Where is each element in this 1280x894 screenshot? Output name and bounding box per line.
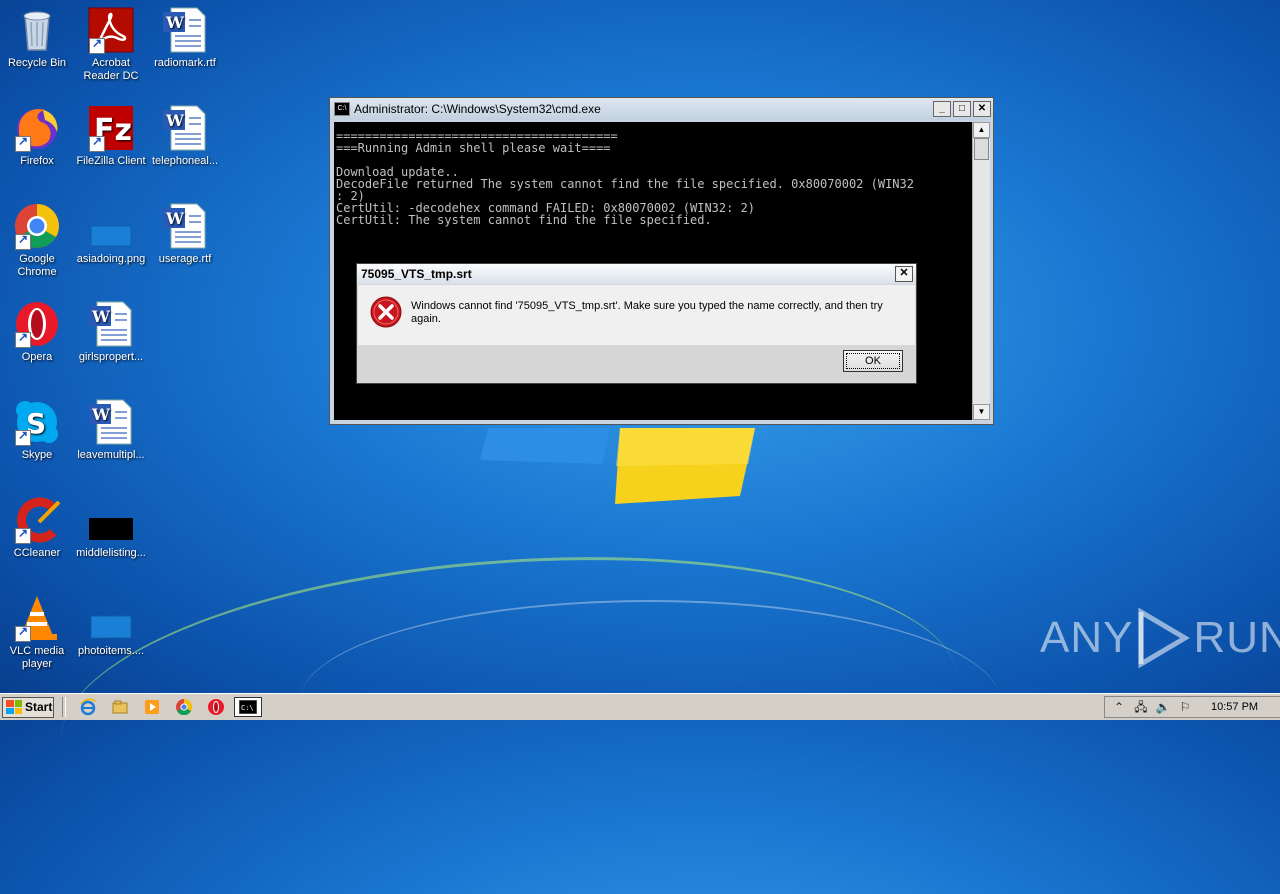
scroll-down-arrow-icon[interactable]: ▼ (973, 404, 990, 420)
desktop-icon-skype[interactable]: S Skype (0, 398, 74, 462)
error-dialog[interactable]: 75095_VTS_tmp.srt ✕ Windows cannot find … (356, 263, 917, 384)
desktop-icon-label: radiomark.rtf (154, 57, 216, 69)
dialog-title-bar[interactable]: 75095_VTS_tmp.srt ✕ (357, 264, 916, 284)
svg-text:W: W (91, 405, 111, 424)
desktop-icon-label: telephoneal... (151, 155, 219, 167)
desktop-icon-label: asiadoing.png (76, 253, 146, 265)
dialog-close-button[interactable]: ✕ (895, 266, 913, 282)
desktop-icon-recycle-bin[interactable]: Recycle Bin (0, 6, 74, 70)
quicklaunch-media-player[interactable] (141, 696, 163, 718)
play-icon (1138, 608, 1191, 668)
opera-icon (208, 699, 224, 715)
start-button[interactable]: Start (2, 696, 54, 718)
desktop-icon-telephoneal[interactable]: W telephoneal... (148, 104, 222, 168)
word-doc-icon: W (89, 301, 132, 347)
quicklaunch-explorer[interactable] (109, 696, 131, 718)
image-file-icon (89, 518, 133, 540)
recycle-bin-icon (23, 11, 51, 51)
taskbar-separator (62, 697, 66, 717)
desktop-icon-label: CCleaner (13, 547, 61, 559)
taskbar-cmd-button[interactable]: C:\ (234, 697, 262, 717)
action-center-flag-icon[interactable]: ⚐ (1177, 699, 1193, 715)
svg-text:W: W (91, 307, 111, 326)
word-doc-icon: W (163, 105, 206, 151)
minimize-button[interactable]: _ (933, 101, 951, 117)
desktop-icon-userage[interactable]: W userage.rtf (148, 202, 222, 266)
cmd-scrollbar[interactable]: ▲ ▼ (972, 122, 990, 420)
desktop-icon-label: girlspropert... (78, 351, 144, 363)
desktop-icon-label: Recycle Bin (7, 57, 67, 69)
start-label: Start (25, 700, 53, 714)
image-file-icon (90, 225, 132, 247)
desktop-icon-label: Google Chrome (17, 253, 57, 278)
dialog-message: Windows cannot find '75095_VTS_tmp.srt'.… (411, 300, 883, 325)
word-doc-icon: W (89, 399, 132, 445)
word-doc-icon: W (163, 7, 206, 53)
desktop-icon-middlelisting[interactable]: middlelisting... (74, 496, 148, 560)
desktop-icon-vlc[interactable]: VLC media player (0, 594, 74, 671)
cmd-title-bar[interactable]: C:\ Administrator: C:\Windows\System32\c… (330, 98, 993, 120)
error-icon (370, 296, 402, 328)
system-tray: ⌃ 🖧 🔈 ⚐ 10:57 PM (1104, 696, 1280, 718)
cmd-icon: C:\ (239, 700, 257, 714)
desktop-icon-label: Acrobat Reader DC (83, 57, 139, 82)
desktop-icon-radiomark[interactable]: W radiomark.rtf (148, 6, 222, 70)
desktop-icon-ccleaner[interactable]: CCleaner (0, 496, 74, 560)
watermark-right-text: RUN (1193, 613, 1280, 662)
desktop-icon-label: photoitems.... (77, 645, 145, 657)
desktop-icon-label: VLC media player (9, 645, 65, 670)
taskbar: Start C:\ ⌃ 🖧 🔈 ⚐ 10:57 PM (0, 693, 1280, 720)
desktop-icon-opera[interactable]: Opera (0, 300, 74, 364)
watermark-left-text: ANY (1040, 613, 1134, 662)
word-doc-icon: W (163, 203, 206, 249)
network-icon[interactable]: 🖧 (1133, 699, 1149, 715)
media-player-icon (145, 700, 159, 714)
desktop-icon-label: userage.rtf (158, 253, 212, 265)
windows-flag-icon (6, 700, 22, 714)
windows-logo-wallpaper (480, 428, 755, 504)
svg-text:W: W (165, 209, 185, 228)
image-file-icon (90, 615, 132, 639)
svg-text:C:\: C:\ (241, 704, 254, 712)
desktop-icon-label: middlelisting... (76, 547, 146, 559)
desktop-icon-girlspropert[interactable]: W girlspropert... (74, 300, 148, 364)
volume-icon[interactable]: 🔈 (1155, 699, 1171, 715)
explorer-icon (112, 700, 128, 714)
ie-icon (80, 698, 96, 716)
chrome-icon (176, 698, 193, 716)
anyrun-watermark: ANY RUN (1040, 608, 1280, 668)
ok-button[interactable]: OK (843, 350, 903, 372)
desktop-icon-asiadoing[interactable]: asiadoing.png (74, 202, 148, 266)
svg-text:W: W (165, 111, 185, 130)
desktop-icon-label: FileZilla Client (76, 155, 146, 167)
desktop-icon-leavemultipl[interactable]: W leavemultipl... (74, 398, 148, 462)
dialog-body: Windows cannot find '75095_VTS_tmp.srt'.… (358, 285, 915, 345)
desktop-icon-acrobat[interactable]: Acrobat Reader DC (74, 6, 148, 83)
scroll-up-arrow-icon[interactable]: ▲ (973, 122, 990, 138)
scroll-thumb[interactable] (974, 138, 989, 160)
cmd-window-title: Administrator: C:\Windows\System32\cmd.e… (354, 102, 601, 116)
desktop-icon-label: Skype (21, 449, 53, 461)
quicklaunch-ie[interactable] (77, 696, 99, 718)
quicklaunch-opera[interactable] (205, 696, 227, 718)
desktop-icon-label: Opera (21, 351, 53, 363)
clock[interactable]: 10:57 PM (1211, 701, 1258, 713)
show-hidden-icons-arrow-icon[interactable]: ⌃ (1111, 699, 1127, 715)
svg-text:W: W (165, 13, 185, 32)
cmd-icon: C:\ (334, 102, 350, 116)
desktop-icon-chrome[interactable]: Google Chrome (0, 202, 74, 279)
dialog-title: 75095_VTS_tmp.srt (361, 267, 472, 281)
desktop-icon-label: leavemultipl... (77, 449, 145, 461)
quicklaunch-chrome[interactable] (173, 696, 195, 718)
desktop-icon-label: Firefox (20, 155, 54, 167)
maximize-button[interactable]: □ (953, 101, 971, 117)
desktop-icon-photoitems[interactable]: photoitems.... (74, 594, 148, 658)
desktop-icon-filezilla[interactable]: Fz FileZilla Client (74, 104, 148, 168)
desktop-icon-firefox[interactable]: Firefox (0, 104, 74, 168)
close-button[interactable]: ✕ (973, 101, 991, 117)
